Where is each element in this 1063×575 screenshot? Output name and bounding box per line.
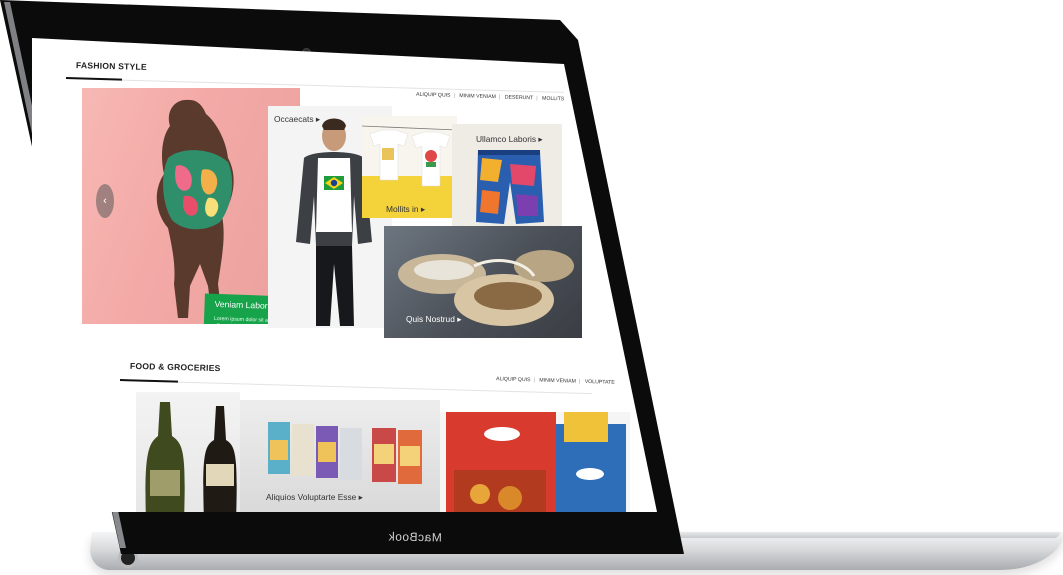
tile-wine[interactable] [136,392,240,512]
fashion-nav-mollits[interactable]: MOLLITS [542,96,564,103]
tile-quis-label: Quis Nostrud ▸ [406,314,462,324]
fashion-nav-aliquip[interactable]: ALIQUIP QUIS [416,92,451,99]
laptop-hinge [640,532,1060,538]
food-underline [119,379,179,383]
food-nav-minim[interactable]: MINIM VENIAM [539,377,576,384]
tile-ullamco-label: Ullamco Laboris ▸ [476,134,543,144]
food-heading: FOOD & GROCERIES [129,360,221,374]
chevron-left-icon: ‹ [103,195,107,207]
laptop-screen: FASHION STYLE ALIQUIP QUIS | MINIM VENIAM… [32,38,657,512]
food-nav-aliquip[interactable]: ALIQUIP QUIS [496,376,531,383]
fashion-nav-deserunt[interactable]: DESERUNT [505,94,534,101]
caret-right-icon: ▸ [457,314,462,324]
tile-wine-image [145,402,237,512]
fashion-nav-minim[interactable]: MINIM VENIAM [459,93,496,100]
tile-occaecats-label: Occaecats ▸ [274,114,321,124]
food-nav: ALIQUIP QUIS | MINIM VENIAM | VOLUPTATE [495,376,615,386]
tile-snacks[interactable]: Aliquios Voluptarte Esse ▸ [240,400,440,512]
caret-right-icon: ▸ [420,204,426,214]
caret-right-icon: ▸ [315,114,321,124]
tile-mollits-image [362,125,457,218]
hero-prev-button[interactable]: ‹ [96,184,114,218]
tile-mollits[interactable]: Mollits in ▸ [362,116,457,218]
fashion-nav: ALIQUIP QUIS | MINIM VENIAM | DESERUNT | MO… [415,91,565,103]
tile-latin-image [446,412,626,512]
caret-right-icon: ▸ [358,492,363,502]
tile-mollits-label: Mollits in ▸ [386,204,426,214]
fashion-heading: FASHION STYLE [75,60,148,72]
tile-ullamco[interactable]: Ullamco Laboris ▸ [452,124,562,232]
device-brand: MacBook [388,529,442,545]
tile-latin-america[interactable] [440,412,630,512]
food-nav-voluptate[interactable]: VOLUPTATE [585,379,615,386]
tile-snacks-label: Aliquios Voluptarte Esse ▸ [266,492,363,502]
tile-quis-nostrud[interactable]: Quis Nostrud ▸ [384,226,582,338]
caret-right-icon: ▸ [538,134,543,144]
hero-model-image [156,99,234,319]
fashion-underline [65,77,123,81]
